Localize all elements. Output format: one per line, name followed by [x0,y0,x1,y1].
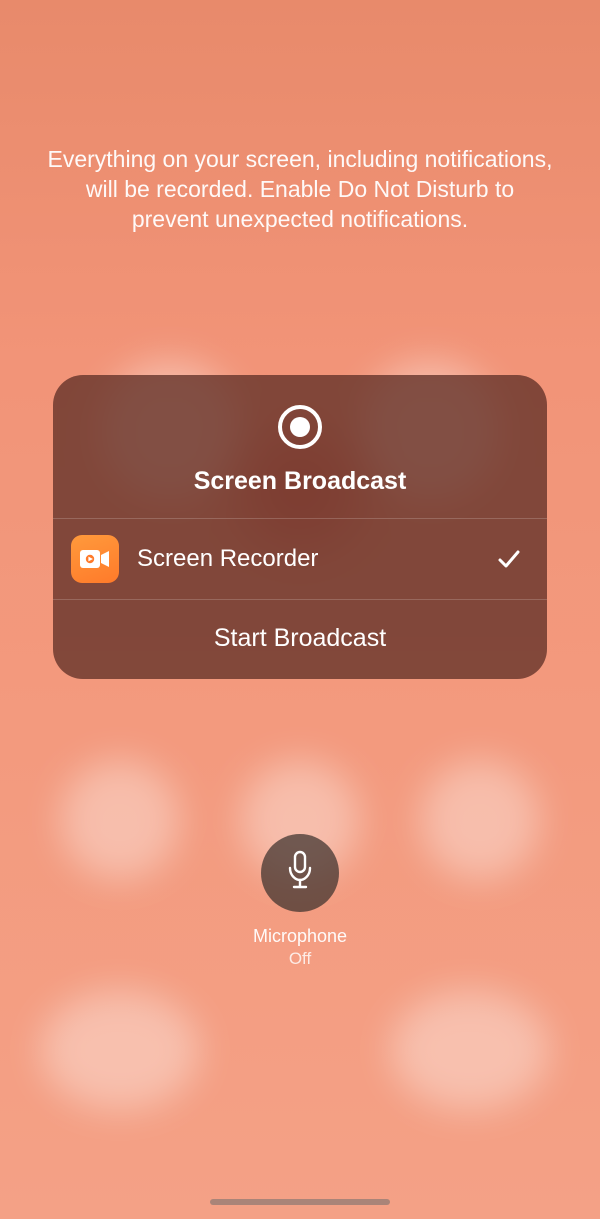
broadcast-app-row[interactable]: Screen Recorder [53,518,547,600]
microphone-label: Microphone [253,926,347,947]
broadcast-card: Screen Broadcast Screen Recorder Start B… [53,375,547,679]
start-broadcast-button[interactable]: Start Broadcast [53,600,547,679]
record-icon [276,403,324,451]
microphone-toggle-button[interactable] [261,834,339,912]
microphone-state: Off [289,949,311,969]
broadcast-title: Screen Broadcast [194,467,407,496]
microphone-section: Microphone Off [253,834,347,969]
home-indicator[interactable] [210,1199,390,1205]
microphone-icon [285,850,315,895]
broadcast-app-label: Screen Recorder [137,545,477,573]
broadcast-card-header: Screen Broadcast [53,375,547,518]
recording-notice-text: Everything on your screen, including not… [0,145,600,235]
checkmark-icon [495,545,523,573]
screen-recorder-app-icon [71,535,119,583]
